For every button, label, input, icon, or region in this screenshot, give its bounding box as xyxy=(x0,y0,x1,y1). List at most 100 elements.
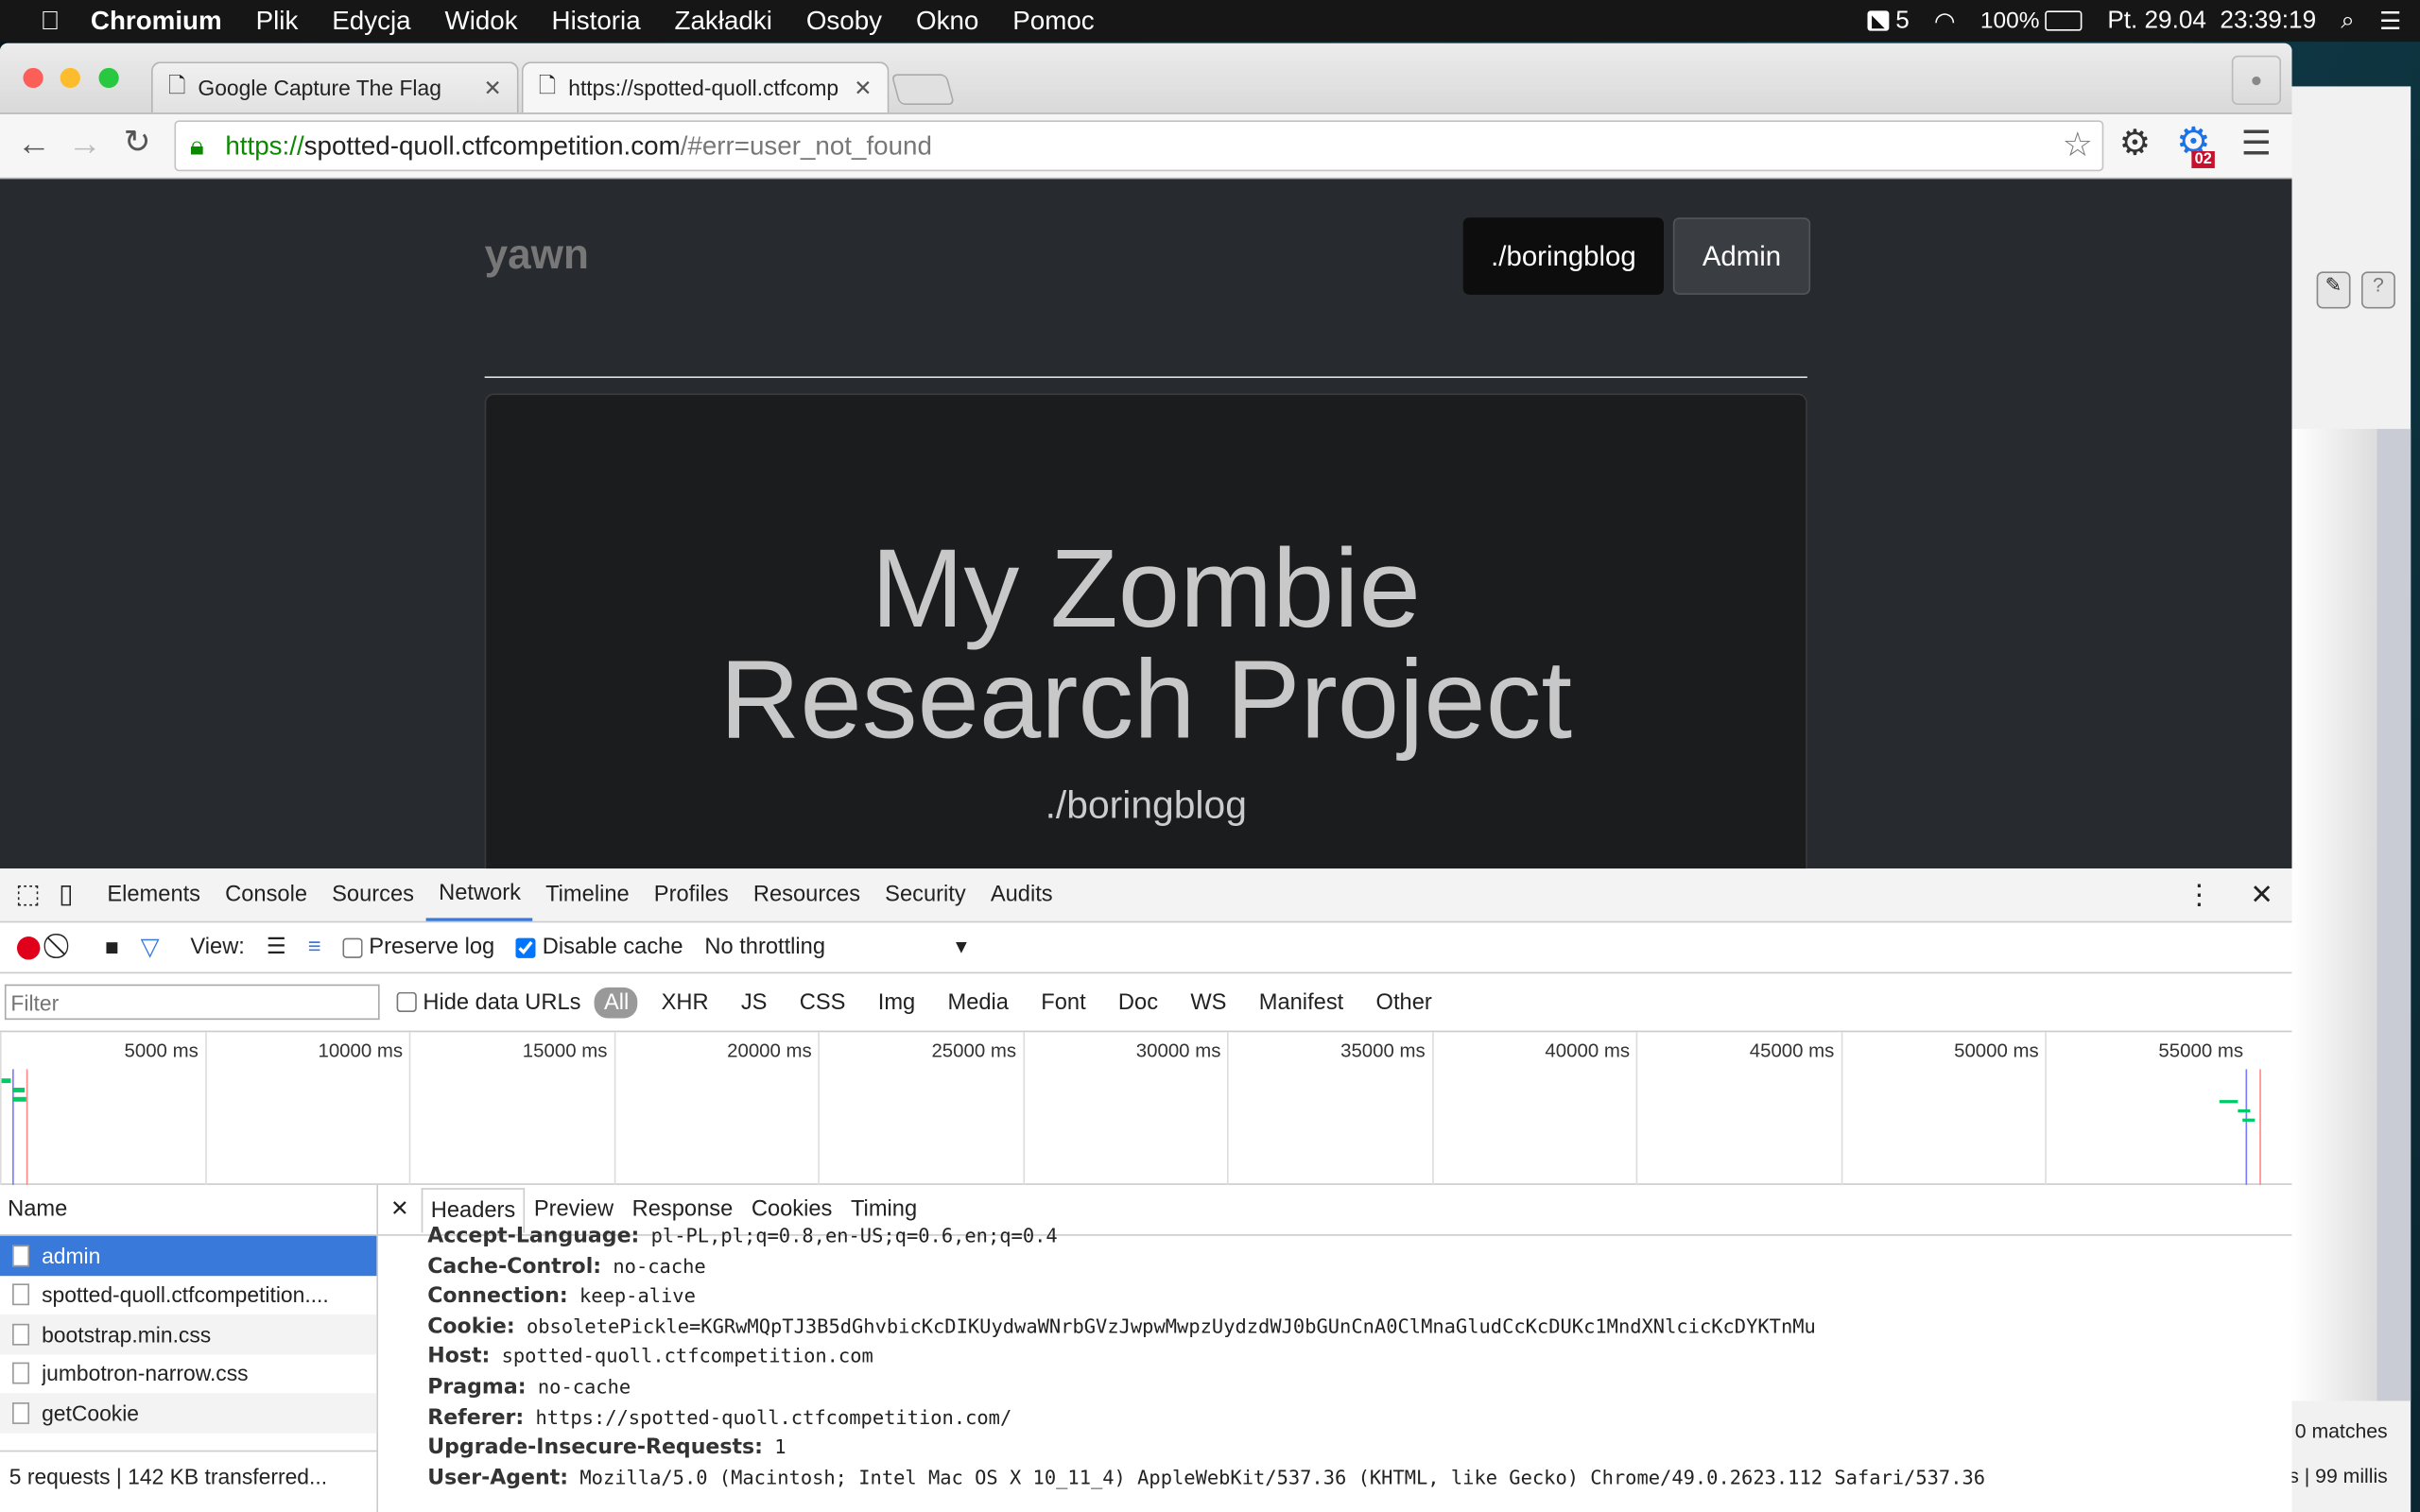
tab-profiles[interactable]: Profiles xyxy=(642,868,741,921)
reload-icon[interactable]: ↻ xyxy=(124,124,151,163)
settings-gear-icon[interactable]: ⚙ xyxy=(2119,122,2152,163)
close-tab-icon[interactable]: ✕ xyxy=(854,75,872,101)
filter-font[interactable]: Font xyxy=(1031,987,1095,1018)
filter-input[interactable] xyxy=(4,984,380,1021)
tab-audits[interactable]: Audits xyxy=(978,868,1065,921)
close-window-button[interactable] xyxy=(23,67,43,89)
spotlight-icon[interactable]: ⌕ xyxy=(2341,7,2355,34)
hide-data-urls-label: Hide data URLs xyxy=(423,989,581,1015)
menu-pomoc[interactable]: Pomoc xyxy=(1012,6,1094,37)
nav-admin[interactable]: Admin xyxy=(1672,217,1811,295)
disable-cache-input[interactable] xyxy=(516,936,537,958)
forward-icon[interactable]: → xyxy=(68,124,102,163)
request-row[interactable]: bootstrap.min.css xyxy=(0,1314,377,1354)
overview-icon[interactable]: ≡ xyxy=(308,935,321,959)
tab-security[interactable]: Security xyxy=(873,868,978,921)
menu-osoby[interactable]: Osoby xyxy=(806,6,882,37)
preserve-log-checkbox[interactable]: Preserve log xyxy=(342,935,494,960)
hide-data-urls-checkbox[interactable]: Hide data URLs xyxy=(396,989,581,1015)
tab-console[interactable]: Console xyxy=(213,868,320,921)
hide-data-urls-input[interactable] xyxy=(396,991,417,1013)
request-row[interactable]: spotted-quoll.ctfcompetition.... xyxy=(0,1275,376,1314)
close-tab-icon[interactable]: ✕ xyxy=(483,75,501,101)
zoom-window-button[interactable] xyxy=(98,67,119,89)
help-icon[interactable]: ? xyxy=(2360,271,2395,309)
menu-widok[interactable]: Widok xyxy=(445,6,518,37)
filter-manifest[interactable]: Manifest xyxy=(1250,987,1353,1018)
tab-elements[interactable]: Elements xyxy=(95,868,213,921)
wifi-icon[interactable]: ◠ xyxy=(1934,6,1956,37)
menu-edycja[interactable]: Edycja xyxy=(332,6,410,37)
device-mode-icon[interactable]: ▯ xyxy=(59,880,73,911)
capture-screenshots-icon[interactable]: ■ xyxy=(105,935,119,961)
close-details-icon[interactable]: ✕ xyxy=(378,1197,422,1222)
tab-response[interactable]: Response xyxy=(623,1197,742,1222)
timeline-tick: 30000 ms xyxy=(1022,1032,1227,1185)
tab-timing[interactable]: Timing xyxy=(841,1197,926,1222)
new-tab-button[interactable] xyxy=(890,74,956,106)
filter-js[interactable]: JS xyxy=(732,987,776,1018)
menu-okno[interactable]: Okno xyxy=(916,6,978,37)
record-button[interactable] xyxy=(16,936,41,959)
view-label: View: xyxy=(190,935,245,960)
disable-cache-checkbox[interactable]: Disable cache xyxy=(516,935,683,960)
tab-google-ctf[interactable]: 🗋 Google Capture The Flag ✕ xyxy=(150,61,519,113)
preserve-log-input[interactable] xyxy=(342,936,363,958)
close-devtools-icon[interactable]: ✕ xyxy=(2250,879,2273,911)
request-bar xyxy=(12,1088,26,1092)
request-row[interactable]: getCookie xyxy=(0,1393,377,1433)
rss-icon[interactable]: ◣ xyxy=(1867,10,1890,31)
nav-boringblog[interactable]: ./boringblog xyxy=(1462,217,1665,295)
tab-network[interactable]: Network xyxy=(426,868,534,921)
bookmark-star-icon[interactable]: ☆ xyxy=(2063,125,2093,164)
notification-center-icon[interactable]: ☰ xyxy=(2379,6,2401,37)
large-rows-icon[interactable]: ☰ xyxy=(267,935,286,959)
tab-preview[interactable]: Preview xyxy=(525,1197,623,1222)
filter-img[interactable]: Img xyxy=(869,987,925,1018)
filter-css[interactable]: CSS xyxy=(790,987,855,1018)
request-name: spotted-quoll.ctfcompetition.... xyxy=(42,1282,329,1308)
load-line xyxy=(26,1069,28,1185)
filter-xhr[interactable]: XHR xyxy=(652,987,718,1018)
tab-cookies[interactable]: Cookies xyxy=(742,1197,841,1222)
tab-spotted-quoll[interactable]: 🗋 https://spotted-quoll.ctfcompetition.c… xyxy=(521,61,890,113)
tab-sources[interactable]: Sources xyxy=(320,868,426,921)
name-column-header[interactable]: Name xyxy=(0,1185,377,1236)
header-row: Accept-Language: pl-PL,pl;q=0.8,en-US;q=… xyxy=(427,1224,2291,1254)
address-bar[interactable]: 🔒︎ https:// spotted-quoll.ctfcompetition… xyxy=(174,120,2104,172)
timeline-tick: 50000 ms xyxy=(1840,1032,2045,1185)
scrollbar[interactable] xyxy=(2377,428,2411,1401)
url-path: /#err=user_not_found xyxy=(680,129,932,160)
apple-icon[interactable]:  xyxy=(40,6,60,37)
battery-icon[interactable] xyxy=(2046,10,2083,31)
tab-resources[interactable]: Resources xyxy=(741,868,873,921)
filter-ws[interactable]: WS xyxy=(1182,987,1236,1018)
throttling-select[interactable]: No throttling ▾ xyxy=(704,935,967,959)
load-line xyxy=(2259,1069,2261,1185)
filter-other[interactable]: Other xyxy=(1367,987,1442,1018)
filter-doc[interactable]: Doc xyxy=(1109,987,1167,1018)
filter-icon[interactable]: ▽ xyxy=(141,932,160,963)
header-name: Referer: xyxy=(427,1404,525,1430)
filter-media[interactable]: Media xyxy=(939,987,1018,1018)
minimize-window-button[interactable] xyxy=(60,67,80,89)
back-icon[interactable]: ← xyxy=(17,124,51,163)
menu-historia[interactable]: Historia xyxy=(552,6,641,37)
menu-zakladki[interactable]: Zakładki xyxy=(675,6,772,37)
more-options-icon[interactable]: ⋮ xyxy=(2186,879,2213,911)
menu-app[interactable]: Chromium xyxy=(91,6,222,37)
tab-timeline[interactable]: Timeline xyxy=(533,868,642,921)
profile-icon[interactable]: ● xyxy=(2231,55,2282,106)
inspect-element-icon[interactable]: ⬚ xyxy=(15,880,40,911)
battery-percent[interactable]: 100% xyxy=(1980,8,2040,34)
filter-all[interactable]: All xyxy=(595,987,639,1018)
menu-icon[interactable]: ☰ xyxy=(2241,124,2272,163)
request-row[interactable]: admin xyxy=(0,1235,377,1276)
header-row: Pragma: no-cache xyxy=(427,1375,2291,1405)
menu-plik[interactable]: Plik xyxy=(256,6,299,37)
site-brand[interactable]: yawn xyxy=(485,232,589,280)
network-overview[interactable]: 5000 ms 10000 ms 15000 ms 20000 ms 25000 ms 3… xyxy=(0,1032,2292,1185)
clock[interactable]: Pt. 29.04 23:39:19 xyxy=(2107,7,2316,34)
request-row[interactable]: jumbotron-narrow.css xyxy=(0,1354,376,1394)
edit-icon[interactable]: ✎ xyxy=(2316,271,2351,309)
